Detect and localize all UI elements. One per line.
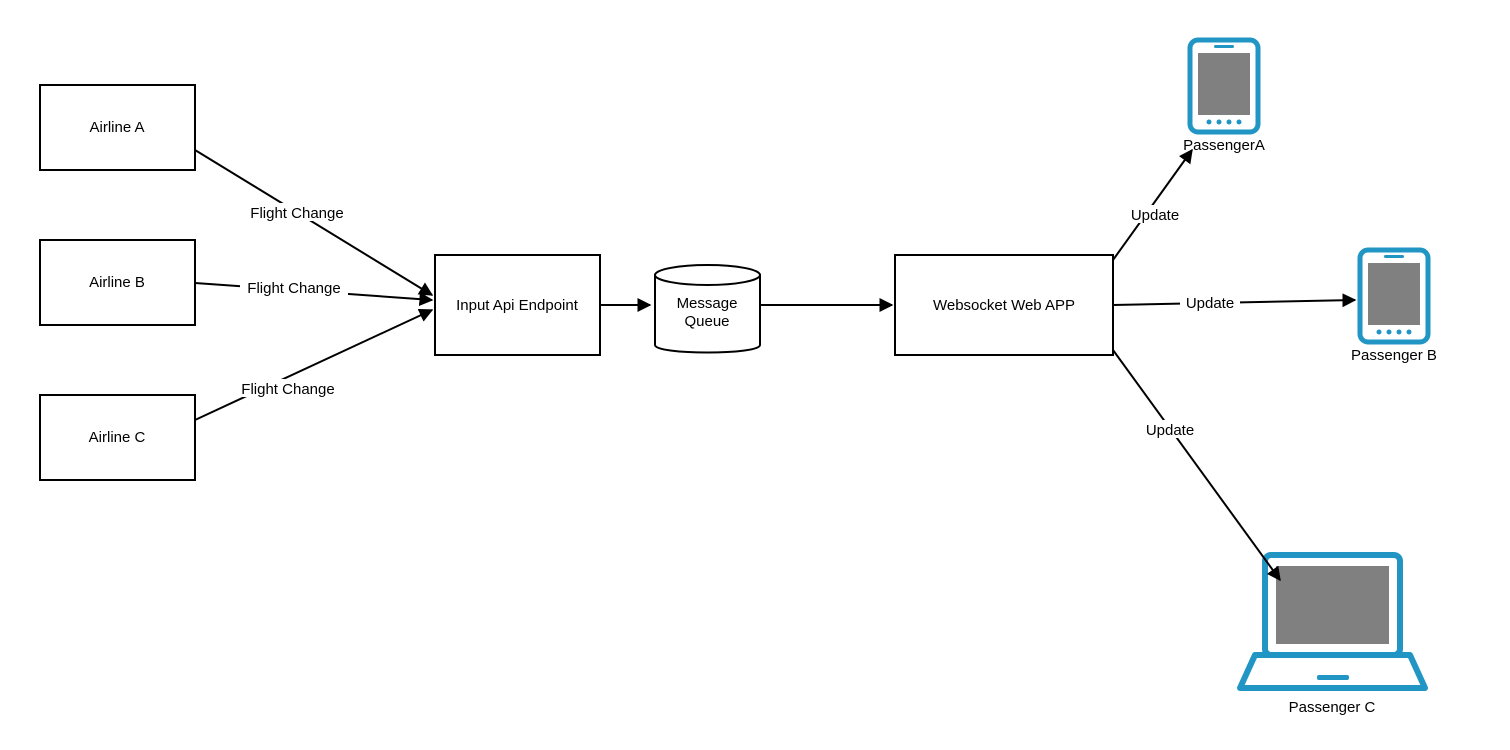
- edge-label-flight-change-a: Flight Change: [250, 205, 343, 222]
- passenger-a-device: PassengerA: [1183, 40, 1265, 154]
- laptop-icon: [1240, 555, 1425, 688]
- edge-label-update-a: Update: [1131, 207, 1179, 224]
- airline-b-node: Airline B: [40, 240, 195, 325]
- airline-b-label: Airline B: [89, 274, 145, 291]
- airline-c-label: Airline C: [89, 429, 146, 446]
- airline-a-label: Airline A: [89, 119, 144, 136]
- airline-a-node: Airline A: [40, 85, 195, 170]
- passenger-b-device: Passenger B: [1351, 250, 1437, 364]
- tablet-icon: [1360, 250, 1428, 342]
- websocket-label: Websocket Web APP: [933, 297, 1075, 314]
- tablet-icon: [1190, 40, 1258, 132]
- edge-airline-c-to-api: Flight Change: [195, 310, 432, 420]
- edge-label-update-c: Update: [1146, 422, 1194, 439]
- edge-websocket-to-passenger-a: Update: [1113, 150, 1192, 260]
- edge-label-flight-change-b: Flight Change: [247, 280, 340, 297]
- edge-airline-a-to-api: Flight Change: [195, 150, 432, 295]
- input-api-label: Input Api Endpoint: [456, 297, 579, 314]
- input-api-node: Input Api Endpoint: [435, 255, 600, 355]
- edge-label-update-b: Update: [1186, 295, 1234, 312]
- queue-label-line2: Queue: [684, 313, 729, 330]
- edge-airline-b-to-api: Flight Change: [195, 278, 432, 300]
- passenger-c-label: Passenger C: [1289, 699, 1376, 716]
- websocket-node: Websocket Web APP: [895, 255, 1113, 355]
- edge-websocket-to-passenger-b: Update: [1113, 293, 1355, 312]
- passenger-b-label: Passenger B: [1351, 347, 1437, 364]
- passenger-a-label: PassengerA: [1183, 137, 1265, 154]
- edge-websocket-to-passenger-c: Update: [1113, 350, 1280, 580]
- queue-label-line1: Message: [677, 295, 738, 312]
- airline-c-node: Airline C: [40, 395, 195, 480]
- passenger-c-device: Passenger C: [1240, 555, 1425, 716]
- edge-label-flight-change-c: Flight Change: [241, 381, 334, 398]
- message-queue-node: Message Queue: [655, 265, 760, 353]
